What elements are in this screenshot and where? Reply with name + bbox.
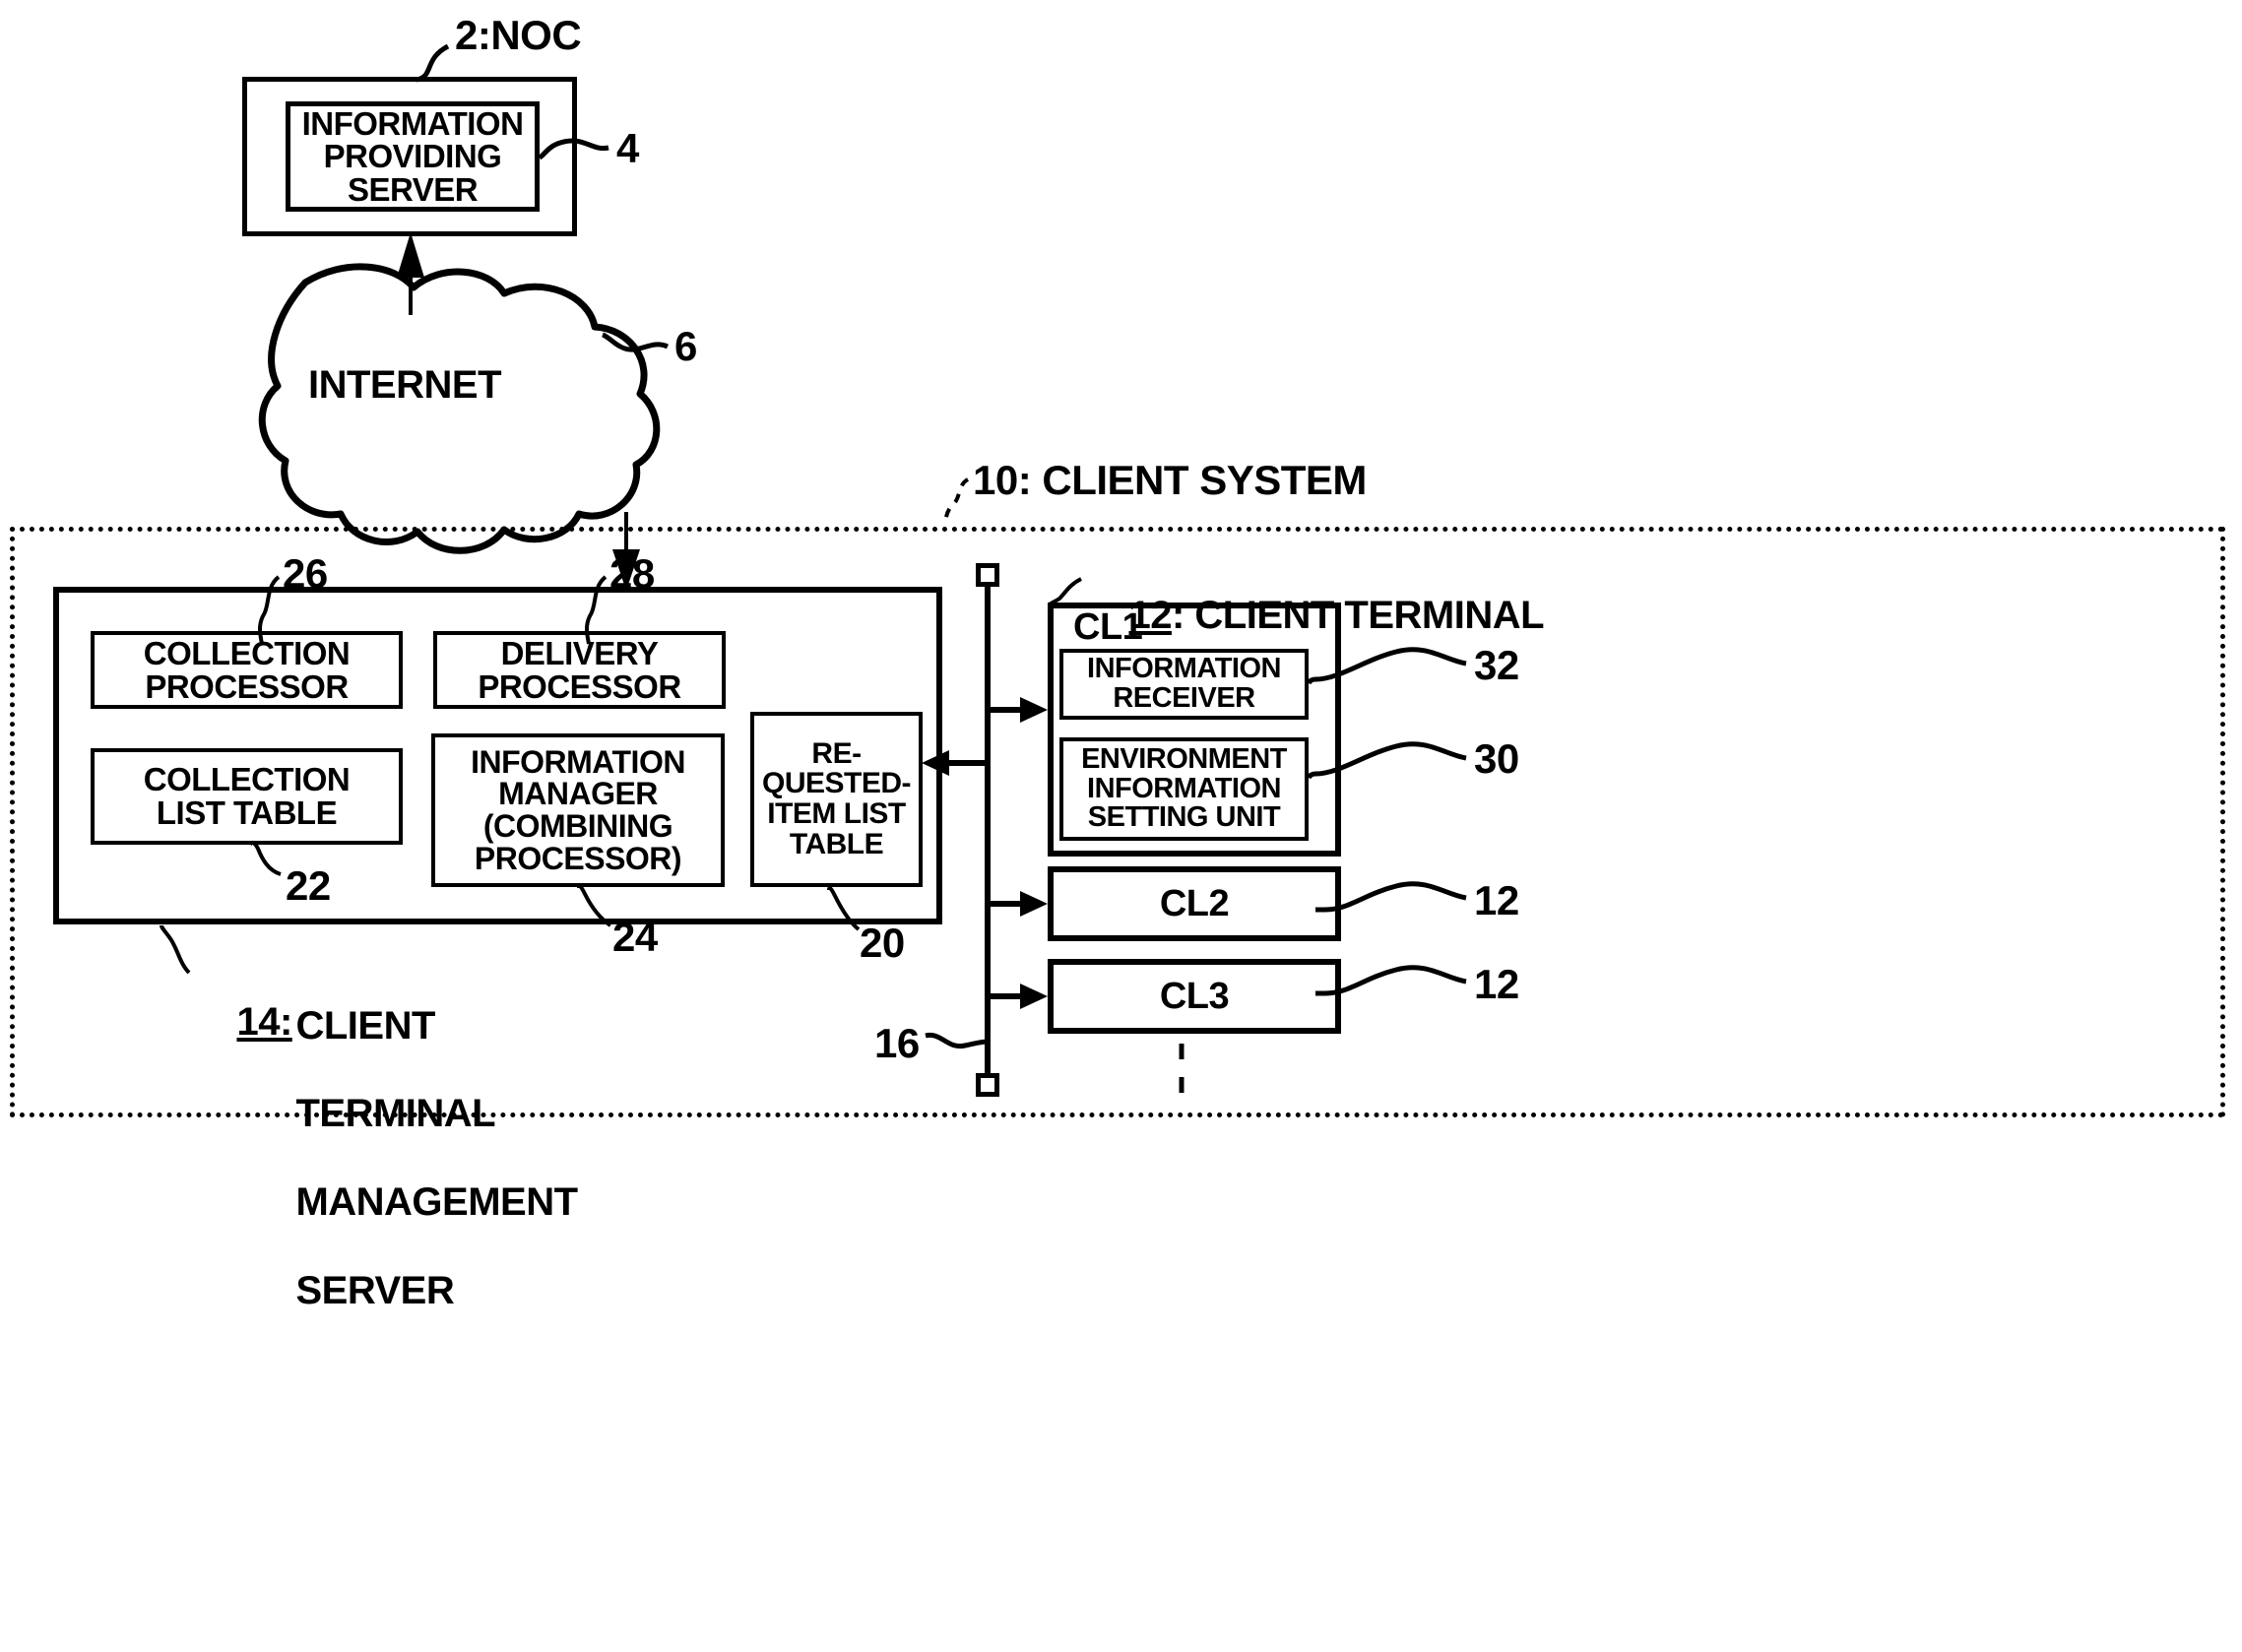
information-manager-line3: (COMBINING: [482, 808, 673, 844]
requested-item-line1: RE-: [811, 736, 862, 770]
information-receiver-line1: INFORMATION: [1087, 653, 1281, 685]
internet-ref-label: 6: [674, 323, 697, 369]
information-manager-line1: INFORMATION: [471, 743, 685, 780]
requested-item-list-table-ref: 20: [860, 920, 905, 966]
mgmt-line4: SERVER: [295, 1268, 455, 1312]
mgmt-line2: TERMINAL: [295, 1092, 496, 1136]
delivery-processor-label: DELIVERY PROCESSOR: [435, 633, 724, 707]
delivery-processor-line2: PROCESSOR: [478, 667, 681, 705]
mgmt-line1: CLIENT: [295, 1003, 435, 1048]
environment-information-setting-unit-ref: 30: [1474, 735, 1519, 782]
leader-internet: [602, 332, 670, 352]
requested-item-list-table-label: RE- QUESTED- ITEM LIST TABLE: [752, 714, 921, 885]
collection-list-table-line2: LIST TABLE: [156, 794, 338, 831]
delivery-processor-ref: 28: [609, 550, 655, 597]
info-server-line1: INFORMATION: [301, 104, 524, 142]
collection-list-table-label: COLLECTION LIST TABLE: [93, 750, 401, 843]
arrow-cloud-to-server-head: [397, 232, 424, 278]
info-server-line2: PROVIDING: [323, 138, 502, 175]
requested-item-line3: ITEM LIST: [767, 797, 906, 830]
delivery-processor-line1: DELIVERY: [500, 634, 659, 671]
collection-list-table-line1: COLLECTION: [143, 761, 351, 798]
information-receiver-ref: 32: [1474, 642, 1519, 688]
patent-figure-canvas: 2:NOC INFORMATION PROVIDING SERVER 4 INT…: [0, 0, 2242, 1652]
information-manager-ref: 24: [612, 914, 658, 960]
information-manager-line4: PROCESSOR): [474, 840, 682, 876]
information-manager-line2: MANAGER: [498, 776, 658, 812]
bus-bottom-terminal: [976, 1073, 999, 1097]
noc-ref-label: 2:NOC: [455, 12, 582, 58]
collection-processor-label: COLLECTION PROCESSOR: [93, 633, 401, 707]
management-server-ref-text: CLIENT TERMINAL MANAGEMENT SERVER: [254, 960, 578, 1357]
information-manager-label: INFORMATION MANAGER (COMBINING PROCESSOR…: [433, 735, 723, 885]
collection-processor-ref: 26: [283, 550, 328, 597]
mgmt-line3: MANAGEMENT: [295, 1179, 578, 1224]
info-server-line3: SERVER: [347, 170, 479, 208]
client-terminal-cl3-label: CL3: [1159, 975, 1230, 1017]
client-terminal-cl3-ref: 12: [1474, 961, 1519, 1007]
client-system-ref-label: 10: CLIENT SYSTEM: [973, 457, 1367, 503]
client-terminal-cl2-ref: 12: [1474, 877, 1519, 923]
leader-noc: [416, 43, 450, 83]
collection-processor-line2: PROCESSOR: [145, 667, 349, 705]
requested-item-line4: TABLE: [789, 827, 884, 860]
client-terminal-cl1-name: CL1: [1073, 606, 1143, 648]
collection-processor-line1: COLLECTION: [143, 634, 351, 671]
env-setting-line3: SETTING UNIT: [1087, 801, 1281, 834]
information-providing-server-label: INFORMATION PROVIDING SERVER: [288, 103, 538, 210]
env-setting-line1: ENVIRONMENT: [1081, 743, 1287, 776]
environment-information-setting-unit-label: ENVIRONMENT INFORMATION SETTING UNIT: [1061, 739, 1307, 839]
client-terminal-cl2-label: CL2: [1159, 882, 1230, 924]
collection-list-table-ref: 22: [286, 862, 331, 909]
information-receiver-line2: RECEIVER: [1113, 682, 1255, 714]
requested-item-line2: QUESTED-: [761, 767, 912, 800]
internet-cloud-label: INTERNET: [308, 363, 502, 407]
information-receiver-label: INFORMATION RECEIVER: [1061, 651, 1307, 718]
env-setting-line2: INFORMATION: [1087, 772, 1281, 804]
information-providing-server-ref: 4: [616, 125, 639, 171]
leader-client-system: [943, 477, 970, 527]
bus-top-terminal: [976, 563, 999, 587]
internet-cloud-shape: [258, 263, 661, 554]
bus-ref-label: 16: [874, 1020, 920, 1066]
